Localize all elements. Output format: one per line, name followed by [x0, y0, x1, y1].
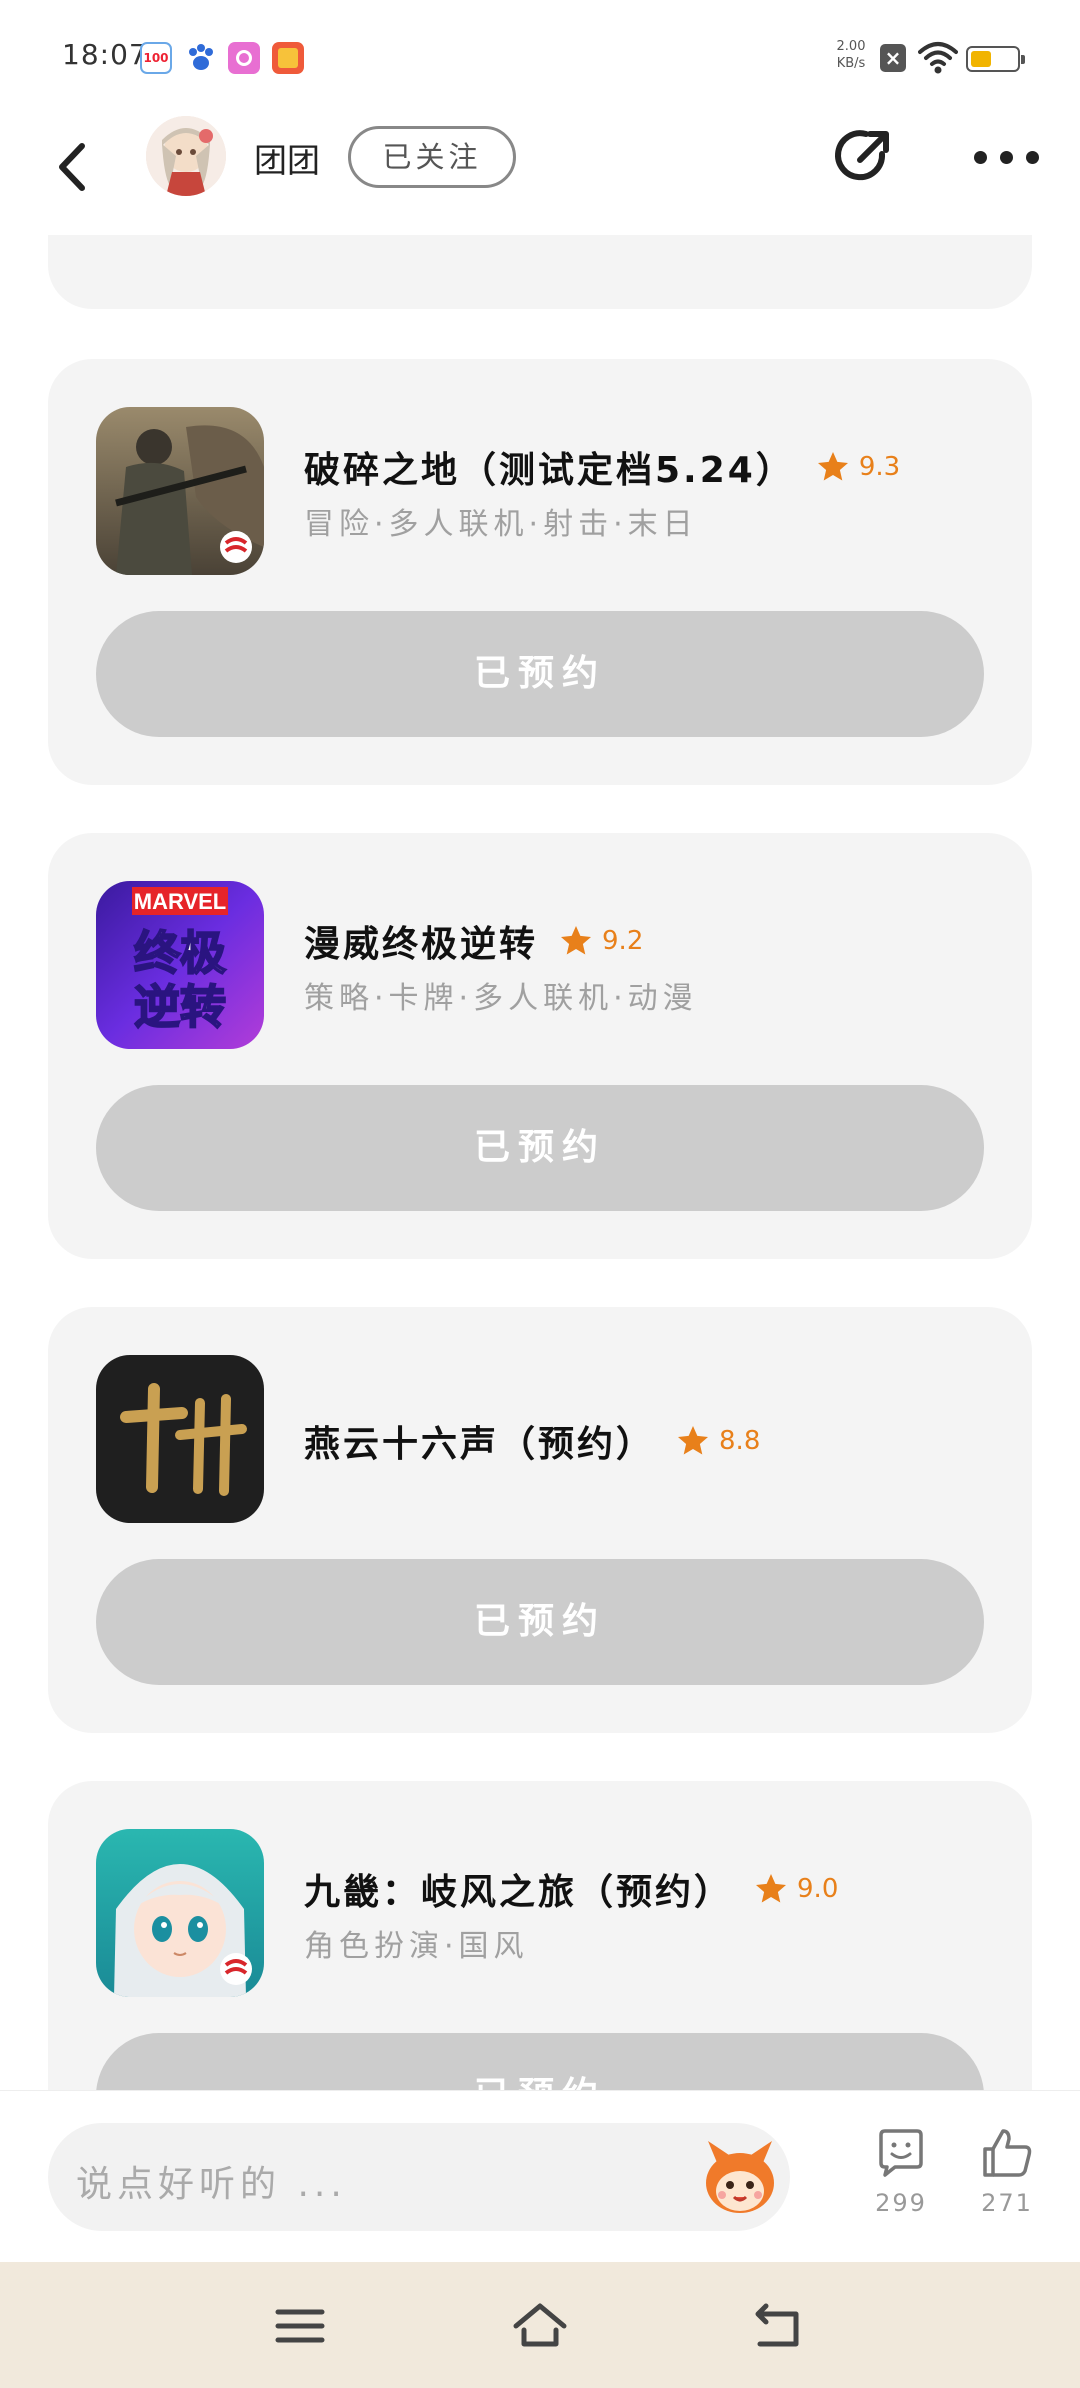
top-header: 团团 已关注 — [0, 110, 1080, 235]
star-icon — [817, 452, 848, 481]
game-tags: 策略·卡牌·多人联机·动漫 — [304, 981, 698, 1016]
battery-level-fill — [971, 51, 991, 67]
username[interactable]: 团团 — [254, 134, 320, 182]
game-tags: 角色扮演·国风 — [304, 1929, 529, 1964]
more-dot — [1026, 151, 1039, 164]
game-icon-marvel[interactable]: MARVEL 终极 逆转 — [96, 881, 264, 1049]
game-rating: 9.3 — [858, 452, 901, 482]
game-icon-jiuji[interactable] — [96, 1829, 264, 1997]
game-title-row: 漫威终极逆转 9.2 — [304, 915, 643, 967]
battery-tip — [1021, 55, 1025, 64]
game-title[interactable]: 九畿：岐风之旅（预约） — [304, 1863, 733, 1915]
follow-button[interactable]: 已关注 — [348, 126, 516, 188]
system-nav-bar — [0, 2262, 1080, 2388]
marvel-logo-text: MARVEL — [134, 889, 227, 914]
game-rating: 8.8 — [719, 1426, 761, 1456]
game-card[interactable]: 燕云十六声（预约） 8.8 已预约 — [48, 1307, 1032, 1733]
thumbs-up-icon[interactable] — [979, 2125, 1035, 2181]
network-speed: 2.00 KB/s — [834, 38, 868, 72]
comment-count: 299 — [875, 2189, 927, 2217]
game-card[interactable]: MARVEL 终极 逆转 漫威终极逆转 9.2 策略·卡牌·多人联机·动漫 已预… — [48, 833, 1032, 1259]
avatar[interactable] — [146, 116, 226, 196]
comment-action[interactable]: 299 — [866, 2125, 936, 2217]
game-icon-yanyun[interactable] — [96, 1355, 264, 1523]
home-icon[interactable] — [510, 2298, 570, 2354]
marvel-title-line2: 逆转 — [134, 980, 226, 1034]
reserve-button[interactable]: 已预约 — [96, 1085, 984, 1211]
game-title-row: 破碎之地（测试定档5.24） 9.3 — [304, 441, 900, 493]
app-100-icon: 100 — [140, 42, 172, 74]
game-tags: 冒险·多人联机·射击·末日 — [304, 507, 698, 542]
shopping-app-icon — [272, 42, 304, 74]
back-arrow-icon[interactable] — [48, 132, 98, 202]
status-bar: 18:07 100 2.00 KB/s × — [0, 0, 1080, 110]
game-list[interactable]: 破碎之地（测试定档5.24） 9.3 冒险·多人联机·射击·末日 已预约 MAR… — [0, 235, 1080, 2090]
game-title[interactable]: 漫威终极逆转 — [304, 915, 538, 967]
reserve-button[interactable]: 已预约 — [96, 2033, 984, 2090]
game-card[interactable]: 破碎之地（测试定档5.24） 9.3 冒险·多人联机·射击·末日 已预约 — [48, 359, 1032, 785]
game-title-row: 九畿：岐风之旅（预约） 9.0 — [304, 1863, 838, 1915]
star-icon — [561, 926, 592, 955]
more-icon[interactable] — [972, 146, 1042, 170]
marvel-title-line1: 终极 — [134, 926, 226, 980]
comment-placeholder: 说点好听的 ... — [76, 2164, 347, 2205]
camera-app-icon — [228, 42, 260, 74]
menu-icon[interactable] — [270, 2298, 330, 2354]
network-speed-unit: KB/s — [836, 56, 866, 71]
mascot-emoji-icon[interactable] — [698, 2135, 782, 2219]
battery-icon — [966, 46, 1025, 72]
baidu-paw-icon — [184, 42, 216, 74]
like-count: 271 — [981, 2189, 1033, 2217]
game-card-partial — [48, 235, 1032, 309]
share-icon[interactable] — [830, 124, 896, 190]
game-title[interactable]: 破碎之地（测试定档5.24） — [304, 441, 795, 493]
no-sim-icon: × — [880, 44, 906, 72]
back-nav-icon[interactable] — [750, 2298, 810, 2354]
reserve-button[interactable]: 已预约 — [96, 1559, 984, 1685]
game-rating: 9.0 — [797, 1874, 839, 1904]
more-dot — [974, 151, 987, 164]
network-speed-value: 2.00 — [836, 39, 866, 54]
game-icon-posuizhidi[interactable] — [96, 407, 264, 575]
wifi-icon — [918, 42, 958, 74]
reserve-button[interactable]: 已预约 — [96, 611, 984, 737]
star-icon — [678, 1426, 709, 1455]
game-title[interactable]: 燕云十六声（预约） — [304, 1415, 655, 1467]
star-icon — [756, 1874, 787, 1903]
status-time: 18:07 — [62, 38, 148, 71]
like-action[interactable]: 271 — [972, 2125, 1042, 2217]
game-card[interactable]: 九畿：岐风之旅（预约） 9.0 角色扮演·国风 已预约 — [48, 1781, 1032, 2090]
more-dot — [1000, 151, 1013, 164]
comment-input[interactable]: 说点好听的 ... — [48, 2123, 790, 2231]
game-title-row: 燕云十六声（预约） 8.8 — [304, 1415, 760, 1467]
game-rating: 9.2 — [602, 926, 644, 956]
comment-icon[interactable] — [873, 2125, 929, 2181]
comment-bar: 说点好听的 ... 299 271 — [0, 2090, 1080, 2262]
